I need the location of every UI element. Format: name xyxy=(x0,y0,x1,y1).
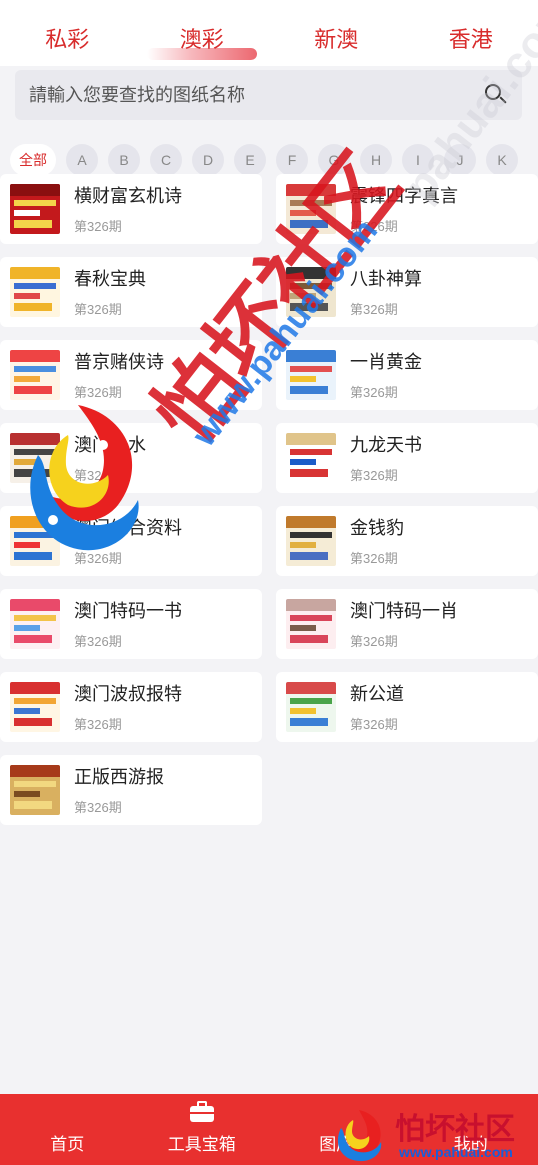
item-issue: 第326期 xyxy=(74,716,122,732)
item-issue: 第326期 xyxy=(350,550,398,566)
letter-filter-c[interactable]: C xyxy=(150,144,182,176)
item-issue: 第326期 xyxy=(350,301,398,317)
nav-label: 工具宝箱 xyxy=(167,1135,236,1154)
list-item[interactable]: 正版西游报第326期 xyxy=(0,755,262,825)
item-issue: 第326期 xyxy=(74,799,122,815)
nav-label: 我的 xyxy=(453,1135,488,1154)
toolbox-icon xyxy=(189,1100,215,1122)
tab-new-macau[interactable]: 新澳 xyxy=(281,22,391,54)
thumbnail-image xyxy=(10,516,60,566)
tab-macau-lottery[interactable]: 澳彩 xyxy=(146,22,257,60)
item-issue: 第326期 xyxy=(350,633,398,649)
item-title: 九龙天书 xyxy=(350,434,422,455)
item-title: 春秋宝典 xyxy=(74,268,146,289)
nav-gallery[interactable]: 图库 xyxy=(269,1094,404,1165)
item-title: 澳门特码一书 xyxy=(74,600,182,621)
letter-filter: 全部 A B C D E F G H I J K xyxy=(10,143,538,177)
region-tabs: 私彩 澳彩 新澳 香港 xyxy=(0,0,538,66)
nav-profile[interactable]: 我的 xyxy=(404,1094,538,1165)
thumbnail-image xyxy=(10,599,60,649)
nav-home[interactable]: 首页 xyxy=(0,1094,135,1165)
list-item[interactable]: 普京赌侠诗第326期 xyxy=(0,340,262,410)
thumbnail-image xyxy=(10,682,60,732)
item-issue: 第326期 xyxy=(74,467,122,483)
user-icon xyxy=(458,1100,484,1122)
letter-filter-g[interactable]: G xyxy=(318,144,350,176)
thumbnail-image xyxy=(286,350,336,400)
letter-filter-b[interactable]: B xyxy=(108,144,140,176)
search-icon[interactable] xyxy=(484,83,508,107)
nav-label: 图库 xyxy=(319,1135,354,1154)
tab-label: 香港 xyxy=(448,27,493,52)
list-item[interactable]: 澳门特码一书第326期 xyxy=(0,589,262,659)
list-item[interactable]: 金钱豹第326期 xyxy=(276,506,538,576)
thumbnail-image xyxy=(10,433,60,483)
tab-label: 澳彩 xyxy=(179,27,224,52)
item-issue: 第326期 xyxy=(350,218,398,234)
thumbnail-image xyxy=(286,267,336,317)
item-issue: 第326期 xyxy=(74,384,122,400)
thumbnail-image xyxy=(10,267,60,317)
item-title: 澳门波叔报特 xyxy=(74,683,182,704)
item-issue: 第326期 xyxy=(74,633,122,649)
letter-filter-i[interactable]: I xyxy=(402,144,434,176)
tab-label: 新澳 xyxy=(314,27,359,52)
item-title: 普京赌侠诗 xyxy=(74,351,164,372)
letter-filter-j[interactable]: J xyxy=(444,144,476,176)
thumbnail-image xyxy=(286,516,336,566)
thumbnail-image xyxy=(286,682,336,732)
nav-label: 首页 xyxy=(50,1135,85,1154)
thumbnail-image xyxy=(10,765,60,815)
list-item[interactable]: 一肖黄金第326期 xyxy=(276,340,538,410)
gallery-icon xyxy=(323,1100,349,1122)
letter-filter-a[interactable]: A xyxy=(66,144,98,176)
list-item[interactable]: 澳门心水第326期 xyxy=(0,423,262,493)
list-item[interactable]: 澳门综合资料第326期 xyxy=(0,506,262,576)
thumbnail-image xyxy=(286,599,336,649)
thumbnail-image xyxy=(286,433,336,483)
list-item[interactable]: 新公道第326期 xyxy=(276,672,538,742)
thumbnail-image xyxy=(286,184,336,234)
list-item[interactable]: 震锋四字真言第326期 xyxy=(276,174,538,244)
bottom-nav: 首页 工具宝箱 图库 我的 xyxy=(0,1094,538,1165)
letter-filter-e[interactable]: E xyxy=(234,144,266,176)
letter-filter-all[interactable]: 全部 xyxy=(10,144,56,176)
item-title: 横财富玄机诗 xyxy=(74,185,182,206)
tab-label: 私彩 xyxy=(45,27,90,52)
item-title: 澳门心水 xyxy=(74,434,146,455)
item-title: 八卦神算 xyxy=(350,268,422,289)
nav-toolbox[interactable]: 工具宝箱 xyxy=(135,1094,270,1165)
item-title: 澳门特码一肖 xyxy=(350,600,458,621)
item-issue: 第326期 xyxy=(350,384,398,400)
list-item[interactable]: 春秋宝典第326期 xyxy=(0,257,262,327)
watermark-url: www.pahuai.com xyxy=(185,212,386,454)
thumbnail-image xyxy=(10,350,60,400)
item-issue: 第326期 xyxy=(350,716,398,732)
list-item[interactable]: 澳门特码一肖第326期 xyxy=(276,589,538,659)
thumbnail-image xyxy=(10,184,60,234)
list-item[interactable]: 九龙天书第326期 xyxy=(276,423,538,493)
letter-filter-k[interactable]: K xyxy=(486,144,518,176)
item-title: 正版西游报 xyxy=(74,766,164,787)
item-title: 澳门综合资料 xyxy=(74,517,182,538)
list-item[interactable]: 澳门波叔报特第326期 xyxy=(0,672,262,742)
item-title: 震锋四字真言 xyxy=(350,185,458,206)
letter-filter-d[interactable]: D xyxy=(192,144,224,176)
list-item[interactable]: 八卦神算第326期 xyxy=(276,257,538,327)
item-title: 金钱豹 xyxy=(350,517,404,538)
list-item[interactable]: 横财富玄机诗第326期 xyxy=(0,174,262,244)
item-title: 一肖黄金 xyxy=(350,351,422,372)
tab-private-lottery[interactable]: 私彩 xyxy=(12,22,122,54)
letter-filter-f[interactable]: F xyxy=(276,144,308,176)
search-bar xyxy=(15,70,522,120)
item-issue: 第326期 xyxy=(74,301,122,317)
item-issue: 第326期 xyxy=(74,550,122,566)
item-issue: 第326期 xyxy=(350,467,398,483)
tab-hong-kong[interactable]: 香港 xyxy=(416,22,526,54)
item-title: 新公道 xyxy=(350,683,404,704)
item-issue: 第326期 xyxy=(74,218,122,234)
search-input[interactable] xyxy=(29,84,484,106)
letter-filter-h[interactable]: H xyxy=(360,144,392,176)
home-icon xyxy=(54,1100,80,1122)
